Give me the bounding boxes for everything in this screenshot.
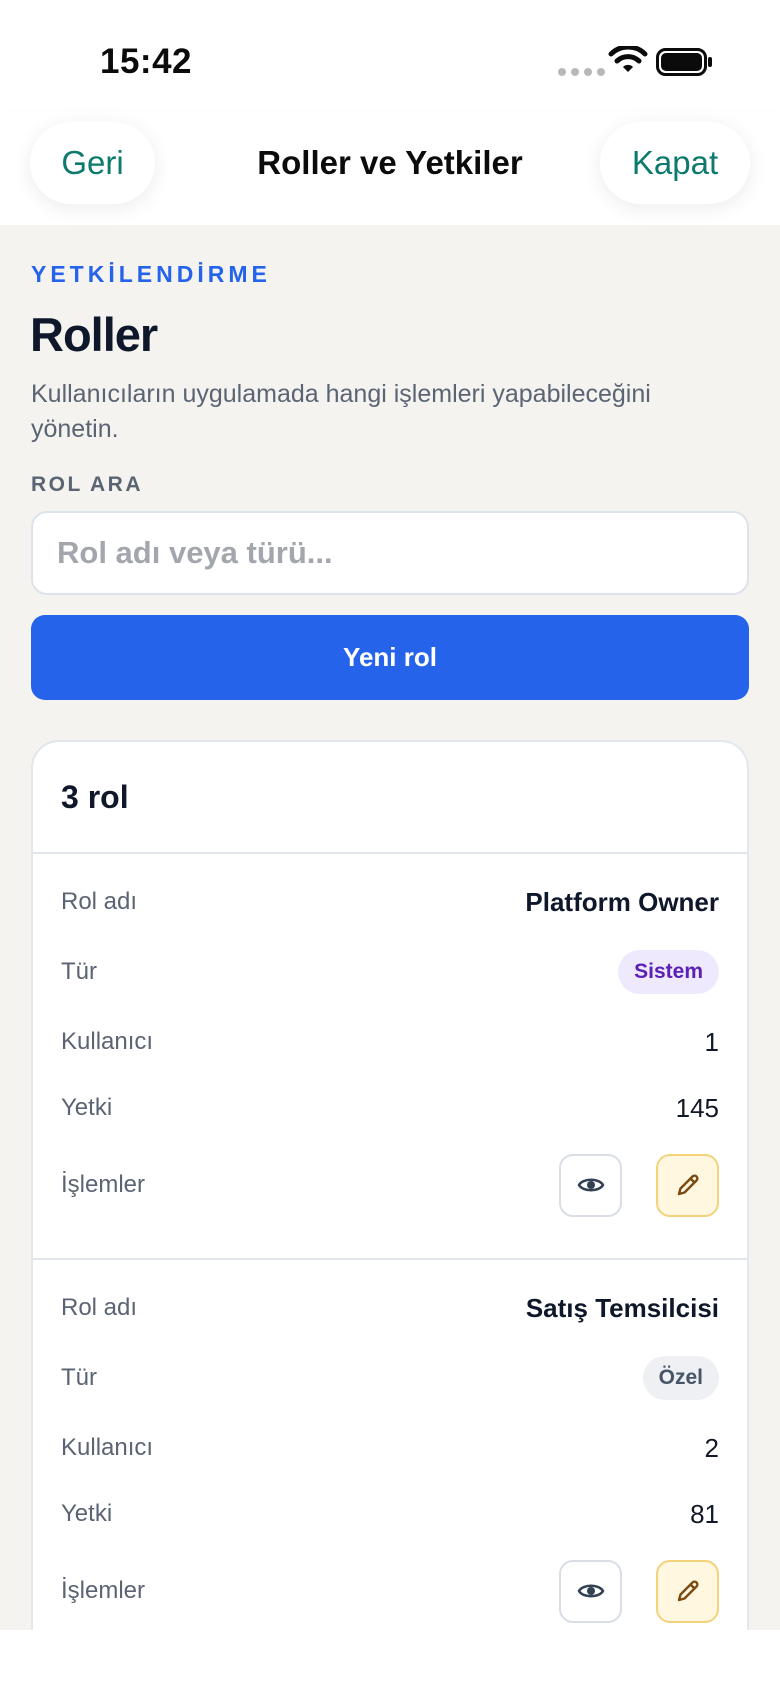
role-users-label: Kullanıcı [61,1434,154,1461]
role-name-label: Rol adı [61,1294,138,1321]
role-type-row: Tür Sistem [61,944,719,1000]
role-permissions-row: Yetki 81 [61,1486,719,1542]
role-type-label: Tür [61,958,97,985]
role-type-label: Tür [61,1364,97,1391]
role-permissions-row: Yetki 145 [61,1080,719,1136]
role-type-row: Tür Özel [61,1350,719,1406]
eye-icon [577,1584,604,1598]
status-bar: 15:42 [0,0,780,112]
signal-icon [558,68,605,76]
wifi-icon [608,46,648,72]
role-permissions-label: Yetki [61,1094,113,1121]
role-actions [559,1559,719,1623]
role-type-badge: Özel [642,1356,719,1400]
status-time: 15:42 [100,42,193,81]
role-users-row: Kullanıcı 2 [61,1420,719,1476]
role-name: Satış Temsilcisi [525,1292,719,1323]
role-name: Platform Owner [525,886,719,917]
role-item: Rol adı Satış Temsilcisi Tür Özel Kullan… [33,1260,747,1630]
role-actions-label: İşlemler [61,1171,146,1198]
role-user-count: 2 [704,1432,719,1463]
page-title: Roller [30,308,158,361]
role-search-input[interactable] [31,511,749,595]
section-eyebrow: YETKİLENDİRME [31,261,271,287]
bottom-safe-area [0,1630,780,1696]
role-actions-row: İşlemler [61,1556,719,1626]
eye-icon [577,1178,604,1192]
edit-role-button[interactable] [656,1153,719,1217]
role-permissions-label: Yetki [61,1500,113,1527]
search-label: ROL ARA [31,473,143,496]
view-role-button[interactable] [559,1559,622,1623]
role-item: Rol adı Platform Owner Tür Sistem Kullan… [33,854,747,1260]
pencil-icon [677,1580,699,1602]
role-permission-count: 145 [675,1092,719,1123]
role-actions-row: İşlemler [61,1150,719,1220]
role-name-label: Rol adı [61,888,138,915]
navigation-bar: Geri Roller ve Yetkiler Kapat [0,112,780,225]
role-user-count: 1 [704,1026,719,1057]
page-subtitle: Kullanıcıların uygulamada hangi işlemler… [31,380,651,443]
role-name-row: Rol adı Platform Owner [61,874,719,930]
roles-card: 3 rol Rol adı Platform Owner Tür Sistem … [31,740,749,1630]
close-button[interactable]: Kapat [600,122,750,204]
role-actions [559,1153,719,1217]
role-users-row: Kullanıcı 1 [61,1014,719,1070]
view-role-button[interactable] [559,1153,622,1217]
battery-icon [656,48,712,76]
role-type-badge: Sistem [618,950,719,994]
role-name-row: Rol adı Satış Temsilcisi [61,1280,719,1336]
role-users-label: Kullanıcı [61,1028,154,1055]
role-permission-count: 81 [690,1498,719,1529]
edit-role-button[interactable] [656,1559,719,1623]
page-content: YETKİLENDİRME Roller Kullanıcıların uygu… [0,225,780,1630]
role-count: 3 rol [61,778,129,815]
role-actions-label: İşlemler [61,1577,146,1604]
pencil-icon [677,1174,699,1196]
roles-card-header: 3 rol [33,742,747,854]
new-role-button[interactable]: Yeni rol [31,615,749,700]
